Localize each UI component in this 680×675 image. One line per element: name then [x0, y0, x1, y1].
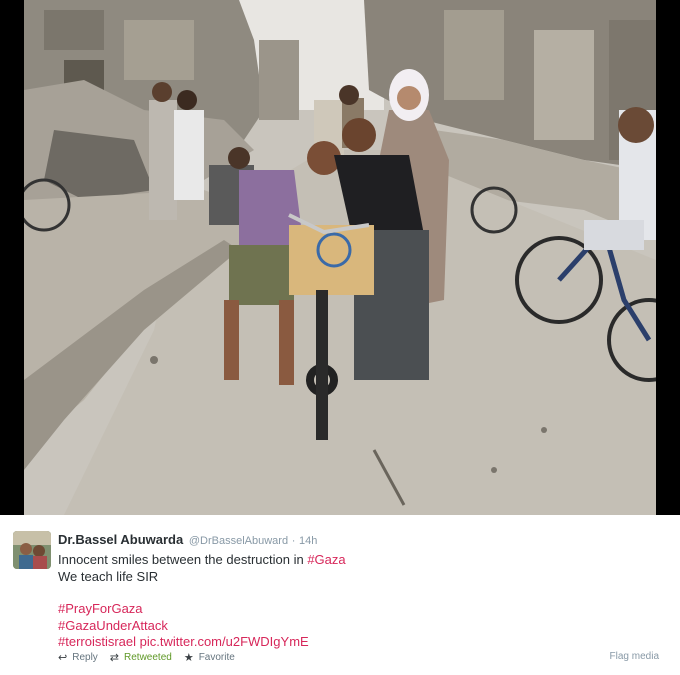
- media-frame: [0, 0, 680, 515]
- tweet-text-line-2: We teach life SIR: [58, 568, 159, 584]
- header-separator: ·: [291, 535, 296, 547]
- reply-label: Reply: [72, 652, 98, 663]
- hashtag-gaza[interactable]: #Gaza: [307, 552, 345, 567]
- tweet-body: Dr.Bassel Abuwarda @DrBasselAbuward · 14…: [58, 531, 663, 651]
- tweet-photo[interactable]: [24, 0, 656, 515]
- retweet-label: Retweeted: [124, 652, 172, 663]
- reply-icon: ↩: [58, 651, 68, 664]
- line-spacer: [58, 585, 663, 601]
- tweet-text-line-4: #GazaUnderAttack: [58, 618, 663, 635]
- reply-button[interactable]: ↩ Reply: [58, 651, 98, 664]
- favorite-button[interactable]: ★ Favorite: [184, 651, 235, 664]
- tweet-text-plain: Innocent smiles between the destruction …: [58, 552, 308, 567]
- author-fullname[interactable]: Dr.Bassel Abuwarda: [58, 532, 183, 547]
- tweet-text-line-5: #terroistisrael pic.twitter.com/u2FWDIgY…: [58, 634, 663, 651]
- avatar[interactable]: [13, 531, 51, 569]
- star-icon: ★: [183, 651, 194, 664]
- tweet-card: Dr.Bassel Abuwarda @DrBasselAbuward · 14…: [0, 515, 680, 675]
- tweet-header: Dr.Bassel Abuwarda @DrBasselAbuward · 14…: [58, 531, 663, 550]
- tweet-text-line-1: Innocent smiles between the destruction …: [58, 552, 663, 569]
- retweet-icon: ⇄: [109, 651, 120, 664]
- hashtag-terroistisrael[interactable]: #terroistisrael: [58, 634, 136, 649]
- tweet-text-line-3: #PrayForGaza: [58, 601, 663, 618]
- retweet-button[interactable]: ⇄ Retweeted: [110, 651, 172, 664]
- tweet-timestamp[interactable]: 14h: [299, 535, 317, 547]
- flag-media-link[interactable]: Flag media: [610, 651, 659, 662]
- hashtag-prayforgaza[interactable]: #PrayForGaza: [58, 601, 143, 616]
- favorite-label: Favorite: [198, 652, 235, 663]
- author-username[interactable]: @DrBasselAbuward: [189, 535, 288, 547]
- tweet-actions: ↩ Reply ⇄ Retweeted ★ Favorite: [58, 651, 247, 664]
- hashtag-gazaunderattack[interactable]: #GazaUnderAttack: [58, 618, 168, 633]
- media-link[interactable]: pic.twitter.com/u2FWDIgYmE: [140, 634, 309, 649]
